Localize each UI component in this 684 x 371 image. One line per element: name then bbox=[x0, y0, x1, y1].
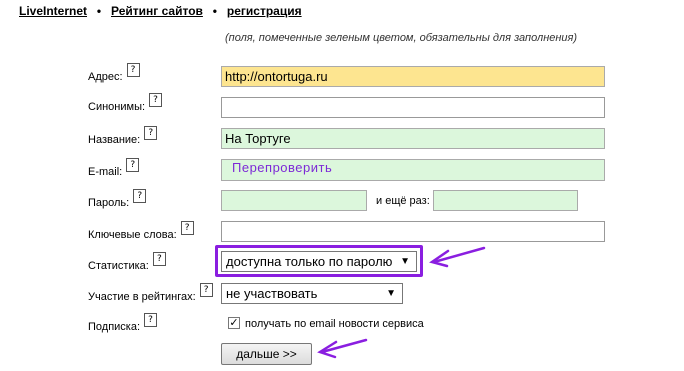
annotation-arrow-stats bbox=[429, 246, 486, 268]
annotation-arrows bbox=[317, 246, 486, 359]
annotation-arrow-next bbox=[317, 338, 368, 359]
